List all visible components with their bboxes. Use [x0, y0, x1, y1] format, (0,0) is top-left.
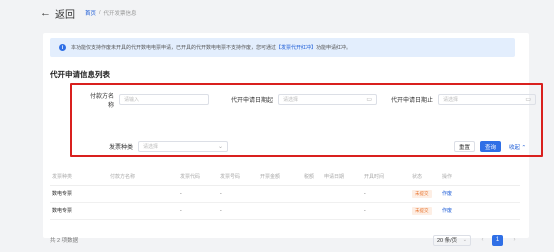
col-invoice-number: 发票号码	[218, 169, 258, 186]
col-invoice-type: 发票种类	[50, 169, 108, 186]
calendar-icon: ▭	[525, 97, 531, 103]
col-issue-time: 开具时间	[362, 169, 410, 186]
void-link[interactable]: 作废	[442, 208, 452, 214]
cell-invoice-type: 数电专票	[50, 185, 108, 203]
cell-status: 未提交	[410, 185, 440, 203]
status-badge: 未提交	[412, 206, 432, 215]
date-start-label: 代开申请日期起	[230, 98, 273, 104]
col-action: 操作	[440, 169, 520, 186]
page-size-value: 20 条/页	[437, 238, 458, 244]
breadcrumb-current: 代开发票信息	[103, 11, 137, 17]
cell-action: 作废	[440, 202, 520, 220]
cell-invoice-number: -	[218, 202, 258, 220]
breadcrumb-separator: /	[99, 10, 101, 16]
table-row: 数电专票 - - - 未提交 作废	[50, 202, 520, 220]
payer-placeholder: 请输入	[124, 97, 140, 103]
cell-issue-time: -	[362, 202, 410, 220]
pager-controls: 20 条/页 ⌄ ‹ 1 ›	[433, 234, 520, 246]
date-start-placeholder: 请选择	[283, 97, 299, 103]
cell-amount	[258, 202, 302, 220]
application-table: 发票种类 付款方名称 发票代码 发票号码 开票金额 税额 申请日期 开具时间 状…	[50, 169, 520, 220]
info-icon: i	[59, 44, 66, 51]
reset-button[interactable]: 重置	[454, 141, 475, 152]
invoice-type-placeholder: 请选择	[143, 144, 159, 150]
status-badge: 未提交	[412, 189, 432, 198]
chevron-up-icon: ⌃	[521, 144, 527, 151]
total-count: 共 2 项数据	[50, 238, 79, 244]
cell-amount	[258, 185, 302, 203]
cell-apply-date	[322, 202, 362, 220]
cell-invoice-code: -	[178, 202, 218, 220]
cell-apply-date	[322, 185, 362, 203]
chevron-down-icon: ⌄	[462, 237, 467, 243]
prev-page-button[interactable]: ‹	[477, 235, 488, 246]
date-end-picker[interactable]: 请选择 ▭	[438, 94, 536, 105]
breadcrumb: 首页 / 代开发票信息	[85, 9, 137, 17]
col-status: 状态	[410, 169, 440, 186]
pagination: 共 2 项数据 20 条/页 ⌄ ‹ 1 ›	[50, 234, 520, 246]
payer-label: 付款方名称	[89, 93, 114, 109]
page-number-current[interactable]: 1	[492, 234, 503, 246]
cell-invoice-number: -	[218, 185, 258, 203]
collapse-toggle[interactable]: 收起 ⌃	[509, 143, 526, 151]
filter-payer: 付款方名称 请输入	[88, 93, 209, 109]
cell-issue-time: -	[362, 185, 410, 203]
col-apply-date: 申请日期	[322, 169, 362, 186]
notice-text: 本功能仅支持作废未开具的代开数电电票申请，已开具的代开数电电票不支持作废，您可通…	[71, 44, 351, 51]
notice-link[interactable]: 【发票代开红冲】	[276, 45, 316, 51]
top-bar: ← 返回 首页 / 代开发票信息	[0, 0, 554, 26]
arrow-left-icon: ←	[40, 7, 51, 19]
filter-date-start: 代开申请日期起 请选择 ▭	[224, 93, 377, 106]
query-button[interactable]: 查询	[480, 141, 501, 152]
cell-tax	[302, 202, 322, 220]
cell-tax	[302, 185, 322, 203]
cell-payer	[108, 202, 178, 220]
filter-date-end: 代开申请日期止 请选择 ▭	[383, 93, 536, 106]
invoice-type-select[interactable]: 请选择 ⌄	[138, 141, 228, 152]
calendar-icon: ▭	[366, 97, 372, 103]
date-start-picker[interactable]: 请选择 ▭	[278, 94, 377, 105]
col-amount: 开票金额	[258, 169, 302, 186]
date-end-label: 代开申请日期止	[390, 98, 433, 104]
col-invoice-code: 发票代码	[178, 169, 218, 186]
notice-text-before: 本功能仅支持作废未开具的代开数电电票申请，已开具的代开数电电票不支持作废，您可通…	[71, 45, 277, 51]
table-header-row: 发票种类 付款方名称 发票代码 发票号码 开票金额 税额 申请日期 开具时间 状…	[50, 169, 520, 186]
notice-banner: i 本功能仅支持作废未开具的代开数电电票申请，已开具的代开数电电票不支持作废，您…	[50, 38, 515, 57]
notice-text-after: 功能申请红冲。	[316, 45, 352, 51]
payer-input[interactable]: 请输入	[119, 94, 209, 105]
breadcrumb-home[interactable]: 首页	[85, 9, 96, 17]
page-size-select[interactable]: 20 条/页 ⌄	[433, 234, 471, 246]
filter-actions: 重置 查询 收起 ⌃	[454, 140, 526, 153]
table-row: 数电专票 - - - 未提交 作废	[50, 185, 520, 203]
cell-action: 作废	[440, 185, 520, 203]
cell-status: 未提交	[410, 202, 440, 220]
content-card: i 本功能仅支持作废未开具的代开数电电票申请，已开具的代开数电电票不支持作废，您…	[43, 33, 543, 246]
void-link[interactable]: 作废	[442, 191, 452, 197]
back-label: 返回	[55, 9, 75, 21]
date-end-placeholder: 请选择	[443, 97, 459, 103]
section-title: 代开申请信息列表	[50, 70, 110, 79]
chevron-down-icon: ⌄	[217, 144, 223, 150]
filter-panel: 付款方名称 请输入 代开申请日期起 请选择 ▭ 代开申请日期止 请选择 ▭ 发票…	[70, 83, 543, 157]
collapse-label: 收起	[509, 144, 521, 151]
col-payer: 付款方名称	[108, 169, 178, 186]
cell-invoice-code: -	[178, 185, 218, 203]
invoice-type-label: 发票种类	[108, 145, 133, 151]
filter-invoice-type: 发票种类 请选择 ⌄	[97, 140, 228, 153]
next-page-button[interactable]: ›	[509, 235, 520, 246]
cell-invoice-type: 数电专票	[50, 202, 108, 220]
back-button[interactable]: ← 返回	[40, 6, 75, 21]
col-tax: 税额	[302, 169, 322, 186]
cell-payer	[108, 185, 178, 203]
